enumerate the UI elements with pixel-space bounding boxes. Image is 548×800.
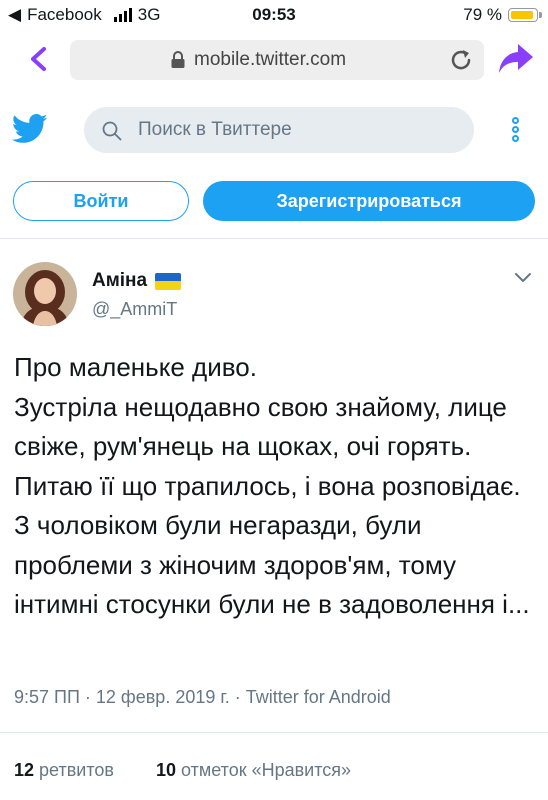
likes-stat[interactable]: 10 отметок «Нравится»: [156, 760, 351, 781]
more-options-icon[interactable]: [512, 117, 522, 145]
tweet-meta: 9:57 ПП · 12 февр. 2019 г. · Twitter for…: [14, 687, 391, 707]
battery-icon: [508, 8, 542, 22]
likes-count: 10: [155, 760, 176, 780]
battery-percent: 79 %: [463, 5, 502, 24]
reload-icon[interactable]: [448, 47, 474, 73]
retweets-stat[interactable]: 12 ретвитов: [14, 760, 114, 781]
author-name-row: Аміна: [92, 270, 182, 292]
login-button[interactable]: Войти: [13, 181, 189, 221]
likes-label: отметок «Нравится»: [181, 760, 352, 780]
search-input[interactable]: Поиск в Твиттере: [84, 107, 474, 153]
twitter-bird-icon[interactable]: [12, 114, 48, 144]
author-name[interactable]: Аміна: [92, 270, 147, 292]
share-icon[interactable]: [498, 42, 534, 76]
browser-toolbar: mobile.twitter.com: [0, 30, 548, 92]
back-icon[interactable]: [24, 44, 54, 74]
ukraine-flag-icon: [155, 272, 182, 290]
divider: [0, 732, 548, 733]
tweet-stats: 12 ретвитов 10 отметок «Нравится»: [14, 760, 351, 781]
status-bar: ◀ Facebook 3G 09:53 79 %: [0, 0, 548, 30]
search-placeholder: Поиск в Твиттере: [138, 119, 292, 140]
chevron-down-icon[interactable]: [514, 272, 532, 284]
lock-icon: [171, 51, 185, 68]
retweets-label: ретвитов: [39, 760, 114, 780]
tweet-text: Про маленьке диво. Зустріла нещодавно св…: [14, 352, 530, 619]
address-bar[interactable]: mobile.twitter.com: [70, 40, 484, 80]
retweets-count: 12: [14, 760, 35, 780]
avatar[interactable]: [13, 262, 77, 326]
url-text: mobile.twitter.com: [194, 49, 347, 70]
search-icon: [102, 121, 122, 141]
twitter-header: Поиск в Твиттере: [0, 100, 548, 160]
author-handle[interactable]: @_AmmiT: [92, 299, 177, 320]
signup-button[interactable]: Зарегистрироваться: [203, 181, 535, 221]
status-right: 79 %: [463, 5, 542, 25]
divider: [0, 238, 548, 239]
